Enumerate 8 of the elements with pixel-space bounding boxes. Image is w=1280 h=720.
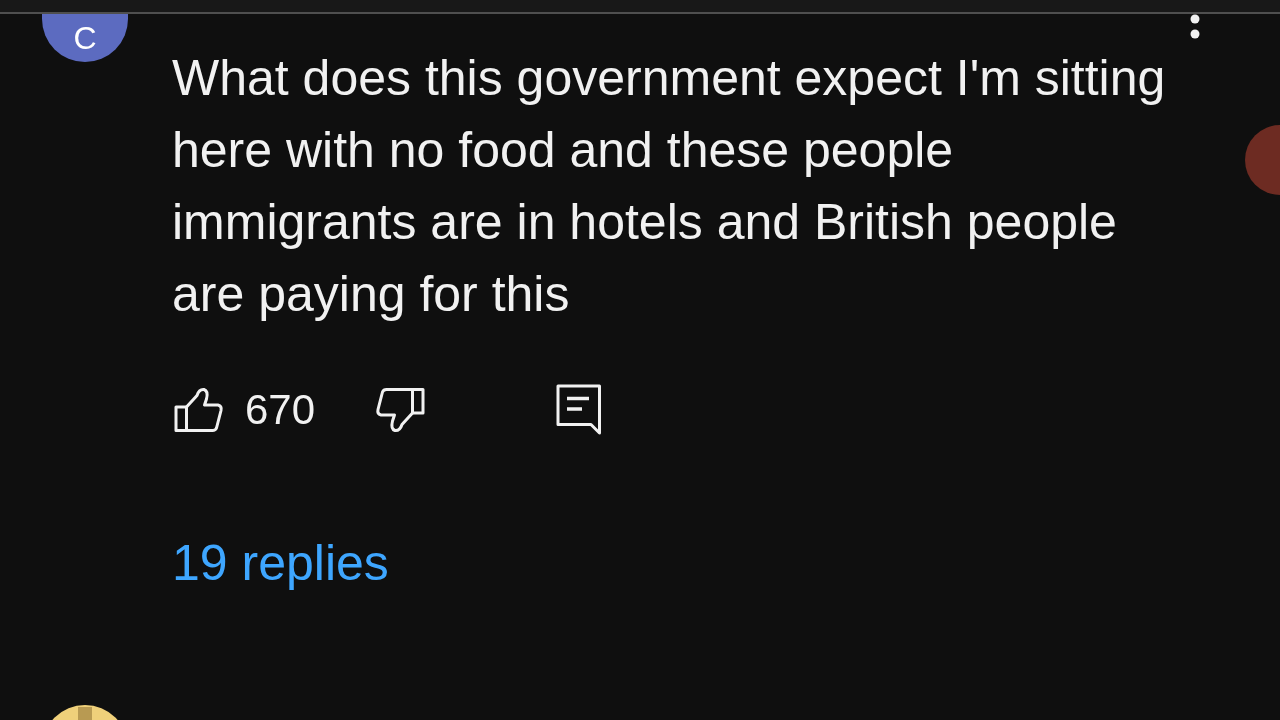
replies-link[interactable]: 19 replies (172, 533, 389, 593)
thumbs-down-icon[interactable] (375, 387, 426, 433)
comment-icon[interactable] (556, 384, 603, 436)
avatar: C (42, 14, 128, 62)
more-options-icon[interactable] (1190, 14, 1200, 39)
avatar-photo-placeholder (52, 705, 118, 720)
comment-text: What does this government expect I'm sitting here with no food and these people immigrants are in hotels and British people are paying for this (172, 49, 1167, 324)
like-button[interactable]: 670 (174, 387, 316, 433)
